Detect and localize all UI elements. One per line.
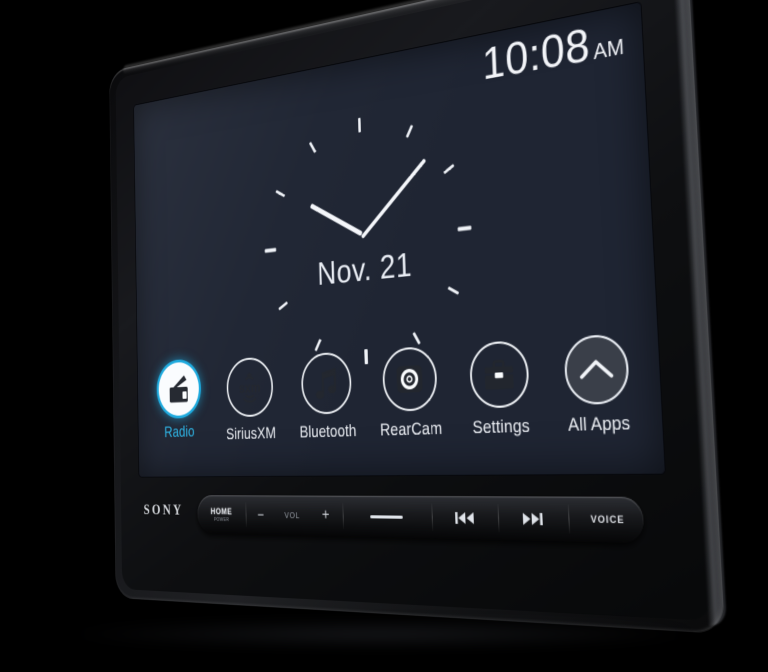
clock-tick-mark xyxy=(457,225,471,231)
app-bluetooth[interactable]: Bluetooth xyxy=(289,350,365,442)
svg-text:sxm: sxm xyxy=(239,380,261,396)
button-separator xyxy=(245,502,247,528)
app-label: Bluetooth xyxy=(299,421,357,442)
screenshot-stage: 10:08 AM Nov. 21 Radio sxm SiriusXM Bluetoot… xyxy=(0,0,768,672)
clock-tick-mark xyxy=(308,141,316,154)
device-drop-shadow xyxy=(60,620,700,648)
app-dock: Radio sxm SiriusXM Bluetooth RearCam Settings… xyxy=(138,331,665,471)
chevron-up-icon[interactable] xyxy=(563,333,631,406)
previous-track-icon xyxy=(455,511,474,524)
volume-label: VOL xyxy=(276,495,310,535)
app-rearcam[interactable]: RearCam xyxy=(369,345,452,441)
sony-brand-logo: SONY xyxy=(143,502,184,519)
app-all-apps[interactable]: All Apps xyxy=(548,332,647,437)
vol-text: VOL xyxy=(284,510,301,521)
home-button[interactable]: HOME POWER xyxy=(197,495,246,534)
music-note-icon[interactable] xyxy=(300,351,353,415)
clock-tick-mark xyxy=(277,301,288,311)
app-radio[interactable]: Radio xyxy=(147,360,212,442)
power-button-sublabel: POWER xyxy=(213,516,230,523)
volume-down-button[interactable]: − xyxy=(245,495,276,534)
clock-tick-mark xyxy=(447,286,459,295)
app-siriusxm[interactable]: sxm SiriusXM xyxy=(216,356,286,445)
home-button-label: HOME xyxy=(210,506,233,516)
clock-tick-mark xyxy=(411,331,421,345)
device-perspective-wrap: 10:08 AM Nov. 21 Radio sxm SiriusXM Bluetoot… xyxy=(0,0,768,672)
clock-tick-mark xyxy=(264,248,276,253)
app-label: SiriusXM xyxy=(225,424,277,444)
clock-minute-hand xyxy=(360,158,427,239)
sxm-icon[interactable]: sxm xyxy=(226,356,274,418)
button-separator xyxy=(567,504,571,534)
previous-track-button[interactable] xyxy=(431,496,499,540)
clock-hour-hand xyxy=(309,203,363,237)
radio-icon[interactable] xyxy=(158,361,200,417)
app-label: Radio xyxy=(164,423,195,441)
clock-tick-mark xyxy=(275,189,285,198)
app-label: All Apps xyxy=(567,413,631,436)
plus-icon: + xyxy=(321,506,330,524)
clock-meridiem: AM xyxy=(592,35,625,65)
analog-clock-widget[interactable]: Nov. 21 xyxy=(262,95,476,366)
camera-icon[interactable] xyxy=(381,345,438,412)
clock-tick-mark xyxy=(364,349,368,365)
volume-up-button[interactable]: + xyxy=(308,496,343,537)
next-track-icon xyxy=(522,512,543,525)
minus-icon: − xyxy=(257,506,265,524)
sony-car-receiver: 10:08 AM Nov. 21 Radio sxm SiriusXM Bluetoot… xyxy=(109,0,728,635)
clock-tick-mark xyxy=(314,338,322,352)
app-label: RearCam xyxy=(379,419,443,440)
